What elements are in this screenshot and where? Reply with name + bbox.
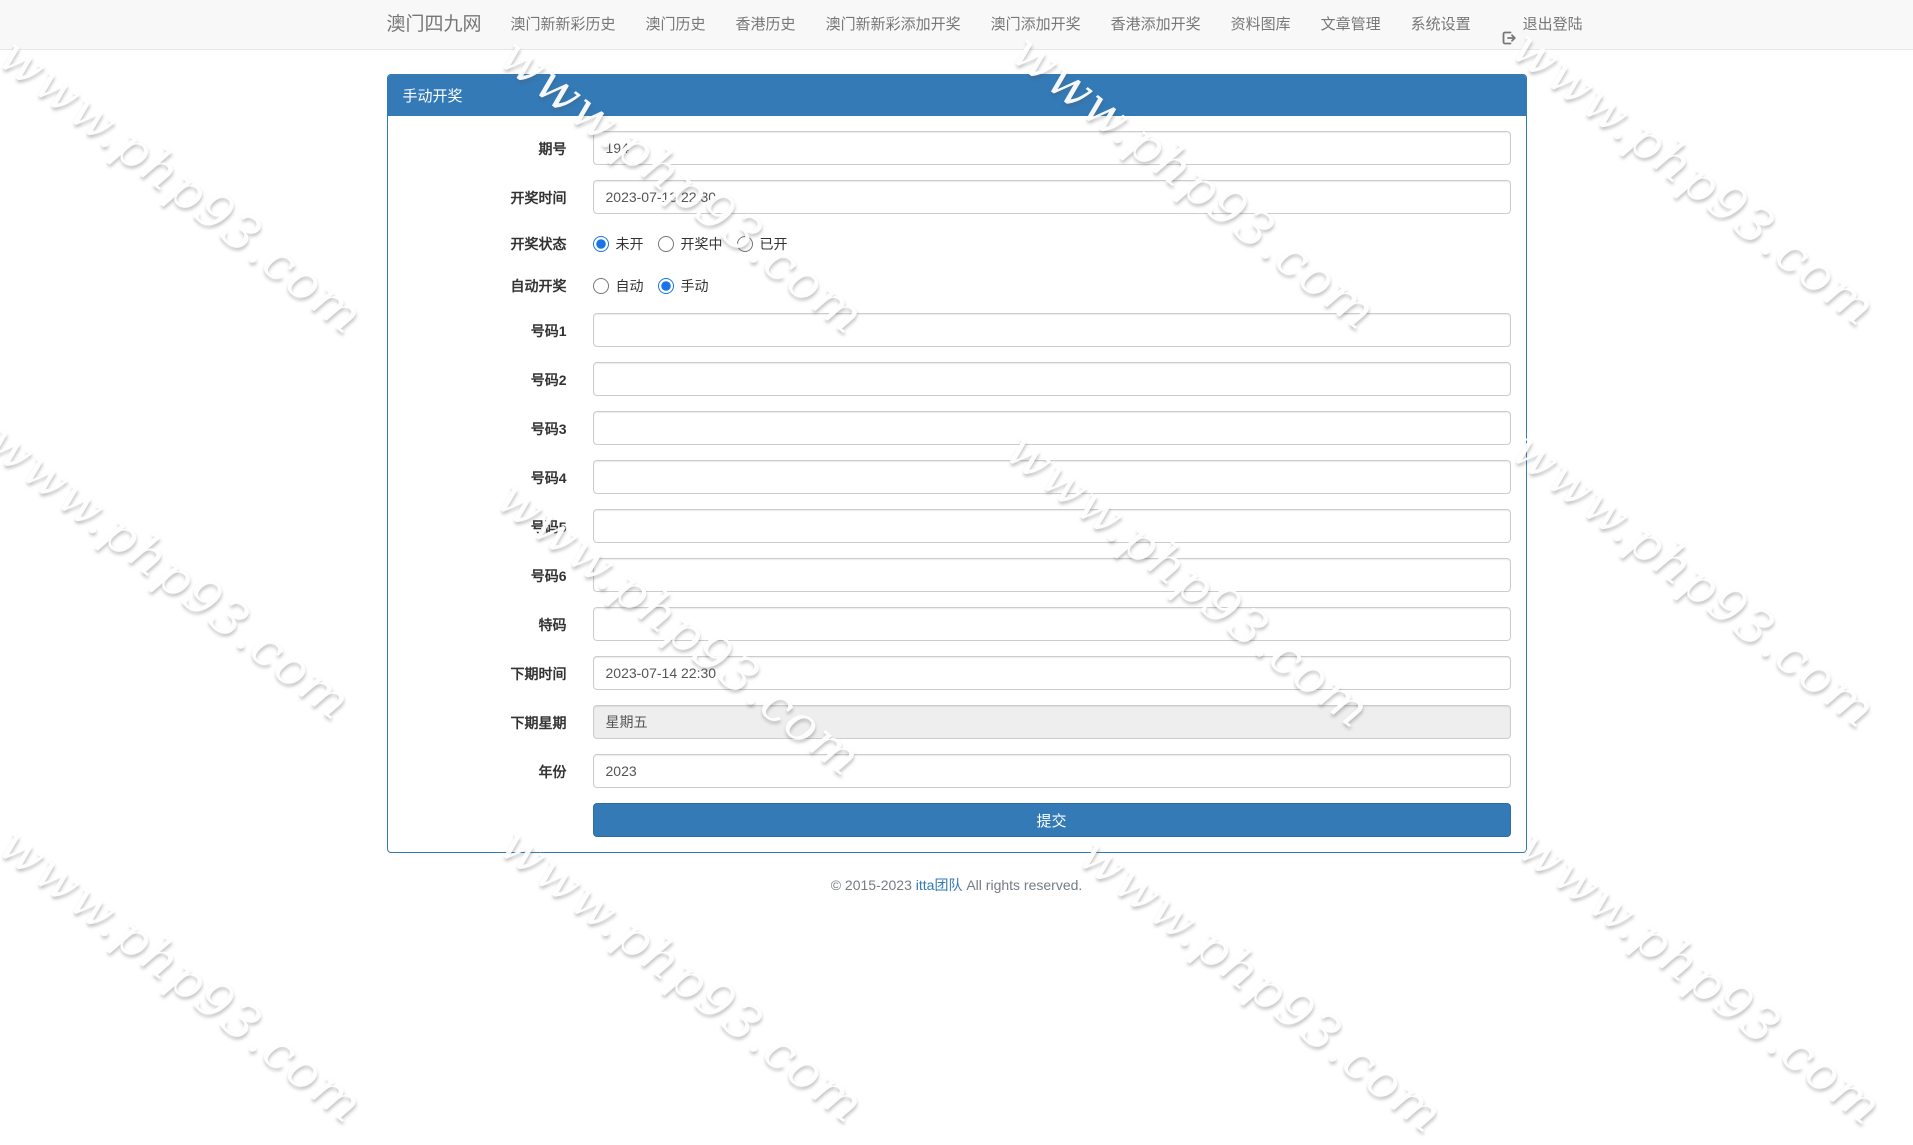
form-row-draw-status: 开奖状态 未开 开奖中 已开 [403, 229, 1511, 257]
nav-item-macau-new-add-draw[interactable]: 澳门新新彩添加开奖 [811, 0, 976, 50]
nav-item-hk-history[interactable]: 香港历史 [721, 0, 811, 50]
draw-status-option-opened[interactable]: 已开 [737, 234, 788, 254]
draw-status-option-drawing[interactable]: 开奖中 [658, 234, 723, 254]
number1-input[interactable] [593, 313, 1511, 347]
watermark-text: www.php93.com [1501, 18, 1888, 338]
logout-label: 退出登陆 [1523, 0, 1583, 50]
next-time-label: 下期时间 [403, 656, 593, 690]
watermark-text: www.php93.com [0, 815, 375, 1135]
submit-button[interactable]: 提交 [593, 803, 1511, 837]
draw-time-input[interactable] [593, 180, 1511, 214]
number1-label: 号码1 [403, 313, 593, 347]
watermark-text: www.php93.com [0, 412, 363, 732]
draw-status-radio-notopen[interactable] [593, 236, 609, 252]
number4-label: 号码4 [403, 460, 593, 494]
number3-label: 号码3 [403, 411, 593, 445]
nav-item-hk-add-draw[interactable]: 香港添加开奖 [1096, 0, 1216, 50]
navbar: 澳门四九网 澳门新新彩历史 澳门历史 香港历史 澳门新新彩添加开奖 澳门添加开奖… [0, 0, 1913, 50]
sign-out-icon [1501, 17, 1517, 33]
manual-draw-form: 期号 开奖时间 开奖状态 未开 [403, 131, 1511, 837]
auto-draw-option-manual[interactable]: 手动 [658, 276, 709, 296]
number5-input[interactable] [593, 509, 1511, 543]
year-input[interactable] [593, 754, 1511, 788]
draw-status-option-opened-label: 已开 [760, 234, 788, 254]
special-label: 特码 [403, 607, 593, 641]
brand-link[interactable]: 澳门四九网 [387, 0, 496, 50]
form-row-year: 年份 [403, 754, 1511, 788]
form-row-number-6: 号码6 [403, 558, 1511, 592]
navbar-container: 澳门四九网 澳门新新彩历史 澳门历史 香港历史 澳门新新彩添加开奖 澳门添加开奖… [372, 0, 1542, 50]
watermark-text: www.php93.com [0, 26, 375, 346]
draw-time-label: 开奖时间 [403, 180, 593, 214]
number2-input[interactable] [593, 362, 1511, 396]
next-weekday-input [593, 705, 1511, 739]
auto-draw-label: 自动开奖 [403, 271, 593, 299]
next-time-input[interactable] [593, 656, 1511, 690]
auto-draw-option-auto[interactable]: 自动 [593, 276, 644, 296]
special-input[interactable] [593, 607, 1511, 641]
watermark-text: www.php93.com [1501, 420, 1888, 740]
number6-label: 号码6 [403, 558, 593, 592]
number2-label: 号码2 [403, 362, 593, 396]
copyright-prefix: © 2015-2023 [831, 877, 912, 893]
panel-body: 期号 开奖时间 开奖状态 未开 [388, 116, 1526, 852]
auto-draw-radio-manual[interactable] [658, 278, 674, 294]
draw-status-radio-opened[interactable] [737, 236, 753, 252]
nav-item-articles[interactable]: 文章管理 [1306, 0, 1396, 50]
form-row-next-weekday: 下期星期 [403, 705, 1511, 739]
auto-draw-option-auto-label: 自动 [616, 276, 644, 296]
form-row-number-3: 号码3 [403, 411, 1511, 445]
form-row-number-2: 号码2 [403, 362, 1511, 396]
number3-input[interactable] [593, 411, 1511, 445]
nav-item-macau-add-draw[interactable]: 澳门添加开奖 [976, 0, 1096, 50]
number5-label: 号码5 [403, 509, 593, 543]
copyright-suffix: All rights reserved. [966, 877, 1082, 893]
main-container: 手动开奖 期号 开奖时间 开奖状态 [372, 74, 1542, 853]
auto-draw-option-manual-label: 手动 [681, 276, 709, 296]
watermark-text: www.php93.com [1068, 825, 1455, 1145]
nav-item-gallery[interactable]: 资料图库 [1216, 0, 1306, 50]
number6-input[interactable] [593, 558, 1511, 592]
issue-input[interactable] [593, 131, 1511, 165]
panel-title: 手动开奖 [388, 75, 1526, 116]
form-row-number-1: 号码1 [403, 313, 1511, 347]
form-row-special: 特码 [403, 607, 1511, 641]
logout-link[interactable]: 退出登陆 [1486, 0, 1598, 50]
form-row-number-5: 号码5 [403, 509, 1511, 543]
footer: © 2015-2023 itta团队 All rights reserved. [0, 875, 1913, 895]
next-weekday-label: 下期星期 [403, 705, 593, 739]
number4-input[interactable] [593, 460, 1511, 494]
draw-status-radio-drawing[interactable] [658, 236, 674, 252]
draw-status-option-notopen[interactable]: 未开 [593, 234, 644, 254]
nav-item-macau-history[interactable]: 澳门历史 [631, 0, 721, 50]
manual-draw-panel: 手动开奖 期号 开奖时间 开奖状态 [387, 74, 1527, 853]
watermark-text: www.php93.com [1507, 817, 1894, 1137]
draw-status-option-drawing-label: 开奖中 [681, 234, 723, 254]
year-label: 年份 [403, 754, 593, 788]
form-row-number-4: 号码4 [403, 460, 1511, 494]
issue-label: 期号 [403, 131, 593, 165]
form-row-issue: 期号 [403, 131, 1511, 165]
form-row-auto-draw: 自动开奖 自动 手动 [403, 271, 1511, 299]
draw-status-label: 开奖状态 [403, 229, 593, 257]
form-row-submit: 提交 [403, 803, 1511, 837]
draw-status-option-notopen-label: 未开 [616, 234, 644, 254]
nav-item-macau-new-history[interactable]: 澳门新新彩历史 [496, 0, 631, 50]
footer-team-link[interactable]: itta团队 [916, 877, 963, 893]
form-row-draw-time: 开奖时间 [403, 180, 1511, 214]
nav-item-settings[interactable]: 系统设置 [1396, 0, 1486, 50]
auto-draw-radio-auto[interactable] [593, 278, 609, 294]
form-row-next-time: 下期时间 [403, 656, 1511, 690]
watermark-text: www.php93.com [489, 815, 876, 1135]
